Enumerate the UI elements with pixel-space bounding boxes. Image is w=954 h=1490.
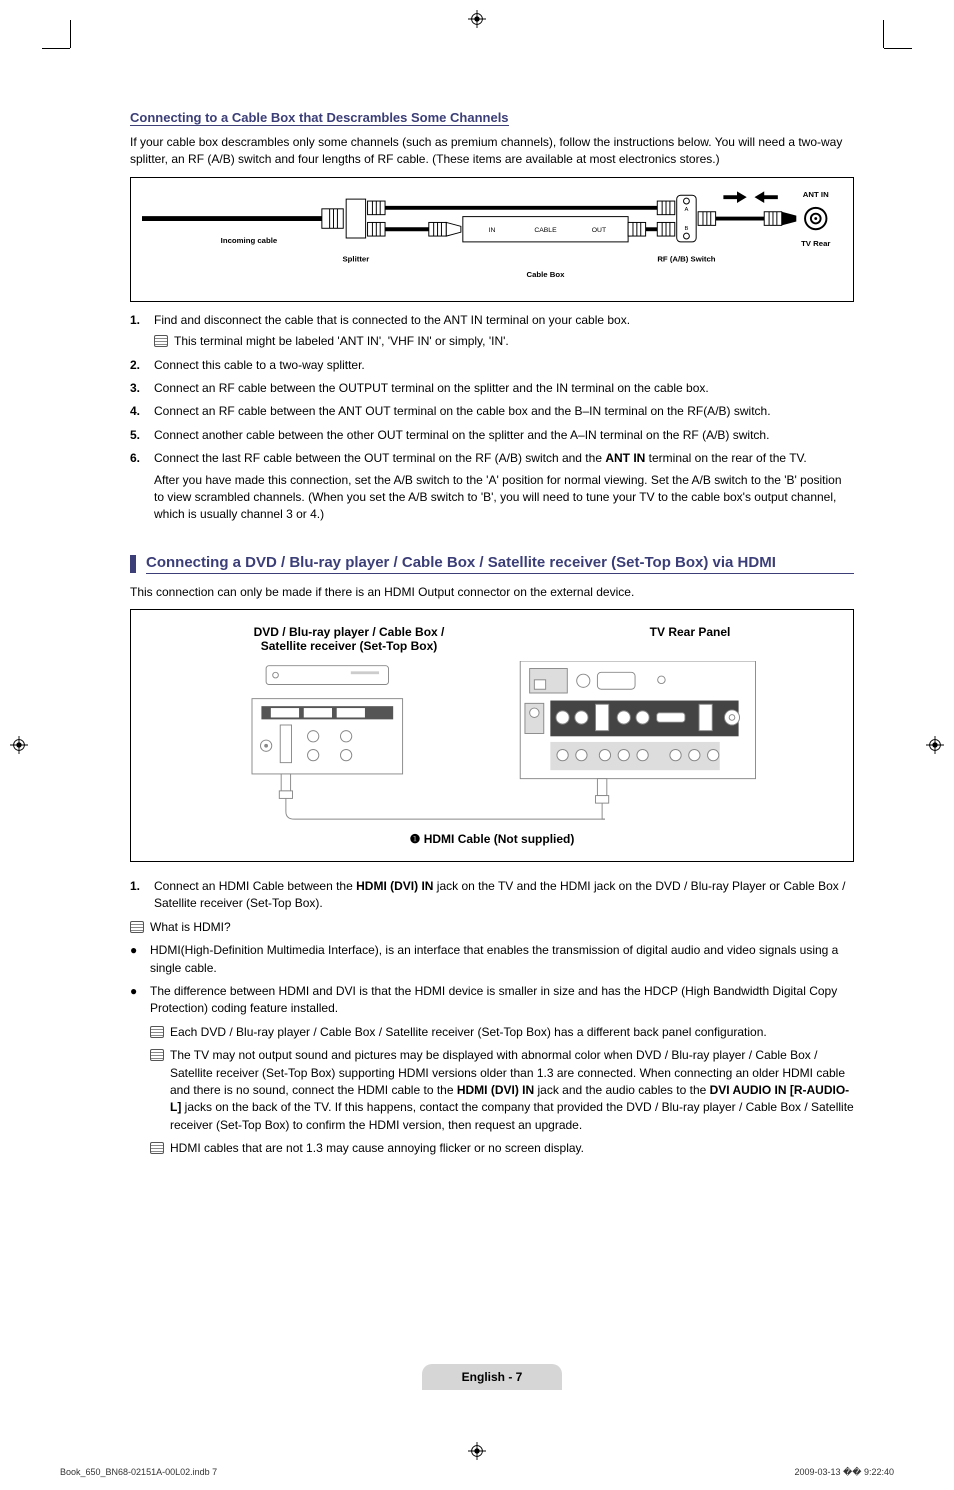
step-number: 1.	[130, 312, 154, 351]
step-number: 5.	[130, 427, 154, 444]
crop-mark	[883, 20, 884, 48]
diagram-right-label: TV Rear Panel	[650, 625, 731, 653]
nested-note-3: HDMI cables that are not 1.3 may cause a…	[150, 1140, 854, 1157]
svg-text:Incoming cable: Incoming cable	[221, 236, 278, 245]
step-text: Find and disconnect the cable that is co…	[154, 313, 630, 327]
crop-mark	[70, 20, 71, 48]
note-text: Each DVD / Blu-ray player / Cable Box / …	[170, 1024, 854, 1041]
note-icon	[150, 1049, 164, 1061]
step-1: 1. Find and disconnect the cable that is…	[130, 312, 854, 351]
step-6: 6. Connect the last RF cable between the…	[130, 450, 854, 524]
section-heading-cable-box: Connecting to a Cable Box that Descrambl…	[130, 110, 509, 126]
step-text: Connect an RF cable between the OUTPUT t…	[154, 380, 854, 397]
step-3: 3.Connect an RF cable between the OUTPUT…	[130, 380, 854, 397]
nested-note-1: Each DVD / Blu-ray player / Cable Box / …	[150, 1024, 854, 1041]
print-file-name: Book_650_BN68-02151A-00L02.indb 7	[60, 1467, 217, 1478]
section2-intro: This connection can only be made if ther…	[130, 584, 854, 601]
step-1-hdmi: 1. Connect an HDMI Cable between the HDM…	[130, 878, 854, 913]
step-2: 2.Connect this cable to a two-way splitt…	[130, 357, 854, 374]
svg-text:B: B	[685, 226, 689, 232]
page-number: English - 7	[422, 1364, 563, 1390]
note-text: What is HDMI?	[150, 919, 854, 936]
step-4: 4.Connect an RF cable between the ANT OU…	[130, 403, 854, 420]
step-number: 3.	[130, 380, 154, 397]
section2-notes: What is HDMI? ● HDMI(High-Definition Mul…	[130, 919, 854, 1164]
page-content: Connecting to a Cable Box that Descrambl…	[0, 20, 954, 1450]
registration-mark-icon	[10, 736, 28, 754]
bullet-hdmi-def: ● HDMI(High-Definition Multimedia Interf…	[130, 942, 854, 977]
step-5: 5.Connect another cable between the othe…	[130, 427, 854, 444]
svg-text:Splitter: Splitter	[343, 254, 370, 263]
bullet-hdmi-vs-dvi: ● The difference between HDMI and DVI is…	[130, 983, 854, 1164]
section-heading-hdmi: Connecting a DVD / Blu-ray player / Cabl…	[146, 554, 854, 574]
crop-mark	[884, 48, 912, 49]
nested-note-2: The TV may not output sound and pictures…	[150, 1047, 854, 1134]
diagram-cable-box-connection: Incoming cable Splitter IN CABLE OUT Cab…	[130, 177, 854, 302]
svg-text:RF (A/B) Switch: RF (A/B) Switch	[657, 254, 715, 263]
bullet-icon: ●	[130, 983, 150, 1164]
hdmi-cable-label: ❶ HDMI Cable (Not supplied)	[151, 832, 833, 846]
note-icon	[154, 335, 168, 347]
svg-text:ANT IN: ANT IN	[803, 190, 829, 199]
svg-text:TV Rear: TV Rear	[801, 239, 830, 248]
bullet-text: HDMI(High-Definition Multimedia Interfac…	[150, 942, 854, 977]
what-is-hdmi: What is HDMI?	[130, 919, 854, 936]
step-text: Connect an HDMI Cable between the HDMI (…	[154, 878, 854, 913]
registration-mark-icon	[926, 736, 944, 754]
step-note: This terminal might be labeled 'ANT IN',…	[174, 333, 509, 350]
step-text: Connect another cable between the other …	[154, 427, 854, 444]
note-icon	[150, 1142, 164, 1154]
step-text: Connect the last RF cable between the OU…	[154, 451, 807, 465]
step-number: 4.	[130, 403, 154, 420]
bullet-icon: ●	[130, 942, 150, 977]
registration-mark-icon	[468, 1442, 486, 1460]
diagram-left-label: DVD / Blu-ray player / Cable Box / Satel…	[254, 625, 445, 653]
print-timestamp: 2009-03-13 �� 9:22:40	[794, 1467, 894, 1478]
bullet-text: The difference between HDMI and DVI is t…	[150, 984, 837, 1015]
crop-mark	[42, 48, 70, 49]
step-text: Connect an RF cable between the ANT OUT …	[154, 403, 854, 420]
print-metadata: Book_650_BN68-02151A-00L02.indb 7 2009-0…	[60, 1467, 894, 1478]
note-icon	[130, 921, 144, 933]
page-footer: English - 7	[130, 1364, 854, 1390]
section2-heading-row: Connecting a DVD / Blu-ray player / Cabl…	[130, 554, 854, 574]
registration-mark-icon	[468, 10, 486, 28]
step-text: Connect this cable to a two-way splitter…	[154, 357, 854, 374]
step-number: 2.	[130, 357, 154, 374]
step-number: 1.	[130, 878, 154, 913]
diagram-hdmi-connection: DVD / Blu-ray player / Cable Box / Satel…	[130, 609, 854, 862]
svg-text:CABLE: CABLE	[534, 227, 557, 234]
section1-intro: If your cable box descrambles only some …	[130, 134, 854, 169]
section1-steps: 1. Find and disconnect the cable that is…	[130, 312, 854, 524]
svg-text:A: A	[685, 207, 689, 213]
svg-text:IN: IN	[489, 227, 496, 234]
note-text: The TV may not output sound and pictures…	[170, 1047, 854, 1134]
step-number: 6.	[130, 450, 154, 524]
note-icon	[150, 1026, 164, 1038]
svg-text:Cable Box: Cable Box	[526, 270, 565, 279]
section2-step: 1. Connect an HDMI Cable between the HDM…	[130, 878, 854, 913]
note-text: HDMI cables that are not 1.3 may cause a…	[170, 1140, 854, 1157]
heading-bar-icon	[130, 555, 136, 573]
svg-text:OUT: OUT	[592, 227, 606, 234]
step-after-text: After you have made this connection, set…	[154, 472, 854, 524]
